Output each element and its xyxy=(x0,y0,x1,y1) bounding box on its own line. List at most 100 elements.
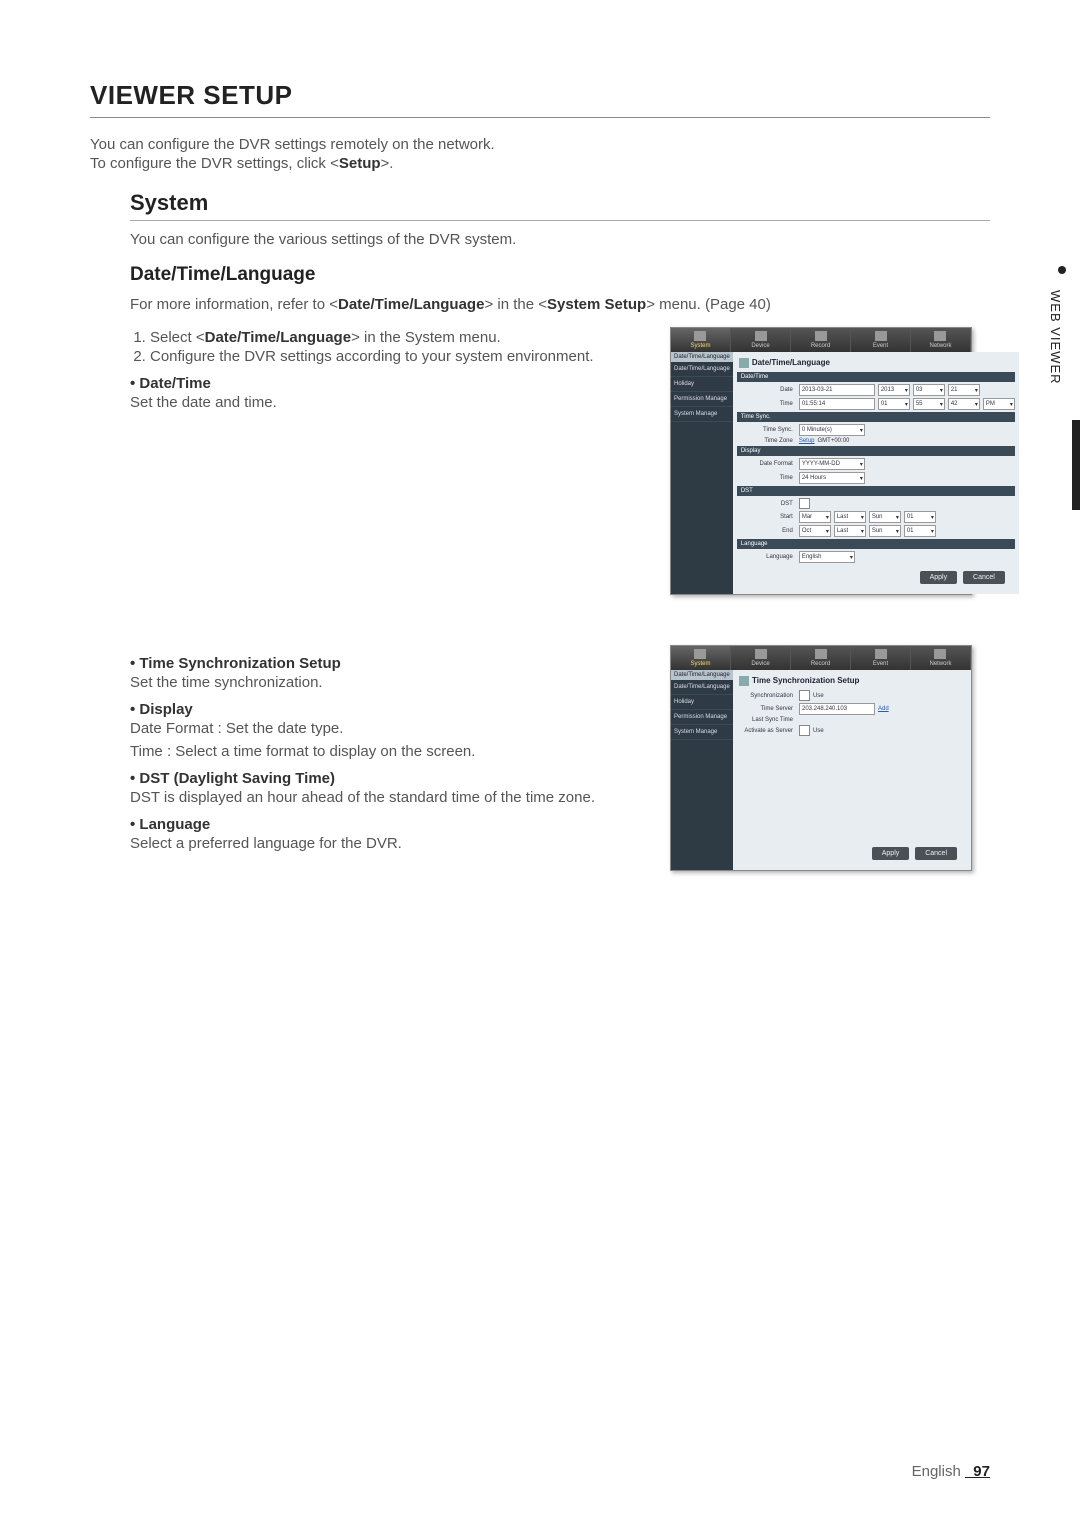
sync-checkbox[interactable] xyxy=(799,690,810,701)
shot2-side-item-0[interactable]: Date/Time/Language xyxy=(671,680,733,695)
shot2-apply-button[interactable]: Apply xyxy=(872,847,910,860)
shot1-sect-dst: DST xyxy=(737,486,1015,496)
datefmt-select[interactable]: YYYY-MM-DD xyxy=(799,458,865,470)
shot2-side-item-2[interactable]: Permission Manage xyxy=(671,710,733,725)
shot1-tab-device[interactable]: Device xyxy=(731,328,791,352)
tzone-setup-link[interactable]: Setup xyxy=(799,438,815,444)
shot1-side-item-2[interactable]: Permission Manage xyxy=(671,392,733,407)
lbl-date: Date xyxy=(737,387,796,393)
date-input[interactable]: 2013-03-21 xyxy=(799,384,875,396)
date-year[interactable]: 2013 xyxy=(878,384,910,396)
start-wk[interactable]: Last xyxy=(834,511,866,523)
shot2-title-text: Time Synchronization Setup xyxy=(752,676,859,685)
device-icon xyxy=(755,649,767,659)
shot2-tabs: System Device Record Event Network xyxy=(671,646,971,670)
time-m[interactable]: 55 xyxy=(913,398,945,410)
s1a: Select < xyxy=(150,329,205,346)
date-day[interactable]: 21 xyxy=(948,384,980,396)
lbl-dst: DST xyxy=(737,501,796,507)
network-icon xyxy=(934,649,946,659)
shot2-tab-network[interactable]: Network xyxy=(911,646,971,670)
lbl-server: Time Server xyxy=(737,706,796,712)
start-h[interactable]: 01 xyxy=(904,511,936,523)
shot1-tab-event-label: Event xyxy=(873,343,888,349)
server-input[interactable]: 203.248.240.103 xyxy=(799,703,875,715)
footer-pagenum: _97 xyxy=(965,1463,990,1480)
shot1-tab-event[interactable]: Event xyxy=(851,328,911,352)
ref-e: > menu. (Page 40) xyxy=(646,296,771,313)
record-icon xyxy=(815,331,827,341)
shot1-cancel-button[interactable]: Cancel xyxy=(963,571,1005,584)
time-ampm[interactable]: PM xyxy=(983,398,1015,410)
end-day[interactable]: Sun xyxy=(869,525,901,537)
end-h[interactable]: 01 xyxy=(904,525,936,537)
lbl-timefmt: Time xyxy=(737,475,796,481)
start-day[interactable]: Sun xyxy=(869,511,901,523)
intro-line-1: You can configure the DVR settings remot… xyxy=(90,136,990,153)
event-icon xyxy=(875,649,887,659)
step-1: Select <Date/Time/Language> in the Syste… xyxy=(150,329,650,346)
screenshot-datetime: System Device Record Event Network Date/… xyxy=(670,327,972,595)
screenshot-timesync: System Device Record Event Network Date/… xyxy=(670,645,972,871)
clock-icon xyxy=(739,676,749,686)
s1c: > in the System menu. xyxy=(351,329,501,346)
lbl-lastsync: Last Sync Time xyxy=(737,717,796,723)
lbl-time: Time xyxy=(737,401,796,407)
time-h[interactable]: 01 xyxy=(878,398,910,410)
side-black-bar xyxy=(1072,420,1080,510)
server-add-link[interactable]: Add xyxy=(878,706,889,712)
date-month[interactable]: 03 xyxy=(913,384,945,396)
timefmt-select[interactable]: 24 Hours xyxy=(799,472,865,484)
shot2-tab-system[interactable]: System xyxy=(671,646,731,670)
lbl-lang: Language xyxy=(737,554,796,560)
bullet-dst-desc: DST is displayed an hour ahead of the st… xyxy=(130,789,650,806)
lbl-datefmt: Date Format xyxy=(737,461,796,467)
time-input[interactable]: 01:55:14 xyxy=(799,398,875,410)
shot1-tab-record-label: Record xyxy=(811,343,830,349)
shot2-main: Time Synchronization Setup Synchronizati… xyxy=(733,670,971,870)
bullet-display-desc1: Date Format : Set the date type. xyxy=(130,720,650,737)
lbl-end: End xyxy=(737,528,796,534)
bullet-lang-head: • Language xyxy=(130,816,650,833)
shot2-side-head: Date/Time/Language xyxy=(671,670,733,680)
shot1-side-item-1[interactable]: Holiday xyxy=(671,377,733,392)
shot2-tab-device-label: Device xyxy=(751,661,769,667)
shot1-apply-button[interactable]: Apply xyxy=(920,571,958,584)
shot1-tab-network[interactable]: Network xyxy=(911,328,971,352)
shot1-tab-device-label: Device xyxy=(751,343,769,349)
shot1-side-item-0[interactable]: Date/Time/Language xyxy=(671,362,733,377)
ref-b: Date/Time/Language xyxy=(338,296,484,313)
start-mon[interactable]: Mar xyxy=(799,511,831,523)
lbl-actserver: Activate as Server xyxy=(737,728,796,734)
shot1-side-item-3[interactable]: System Manage xyxy=(671,407,733,422)
lang-select[interactable]: English xyxy=(799,551,855,563)
dtl-ref: For more information, refer to <Date/Tim… xyxy=(130,296,990,313)
bullet-display-desc2: Time : Select a time format to display o… xyxy=(130,743,650,760)
shot2-side-item-3[interactable]: System Manage xyxy=(671,725,733,740)
bullet-display-head: • Display xyxy=(130,701,650,718)
shot2-side-item-1[interactable]: Holiday xyxy=(671,695,733,710)
shot2-tab-event[interactable]: Event xyxy=(851,646,911,670)
end-mon[interactable]: Oct xyxy=(799,525,831,537)
end-wk[interactable]: Last xyxy=(834,525,866,537)
shot1-sect-display: Display xyxy=(737,446,1015,456)
shot1-tab-system[interactable]: System xyxy=(671,328,731,352)
device-icon xyxy=(755,331,767,341)
shot1-tab-system-label: System xyxy=(690,343,710,349)
lbl-start: Start xyxy=(737,514,796,520)
tsync-select[interactable]: 0 Minute(s) xyxy=(799,424,865,436)
system-heading: System xyxy=(130,190,990,216)
intro-2a: To configure the DVR settings, click < xyxy=(90,155,339,172)
shot2-tab-record[interactable]: Record xyxy=(791,646,851,670)
actserver-checkbox[interactable] xyxy=(799,725,810,736)
system-icon xyxy=(694,649,706,659)
shot2-cancel-button[interactable]: Cancel xyxy=(915,847,957,860)
shot1-tab-network-label: Network xyxy=(929,343,951,349)
page-footer: English _97 xyxy=(912,1463,990,1480)
shot1-title-text: Date/Time/Language xyxy=(752,358,830,367)
time-s[interactable]: 42 xyxy=(948,398,980,410)
shot1-tab-record[interactable]: Record xyxy=(791,328,851,352)
tzone-val: GMT+00:00 xyxy=(818,438,850,444)
dst-checkbox[interactable] xyxy=(799,498,810,509)
shot2-tab-device[interactable]: Device xyxy=(731,646,791,670)
